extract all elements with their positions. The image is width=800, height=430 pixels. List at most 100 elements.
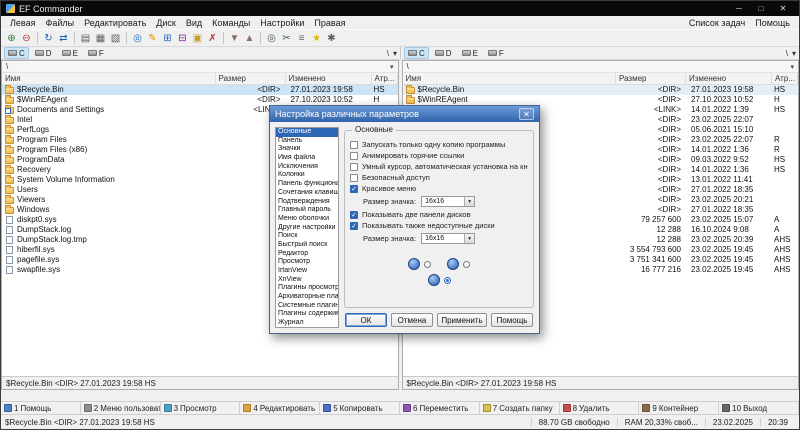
- edit-file-icon[interactable]: ✎: [145, 31, 160, 46]
- menu-icon-style-option[interactable]: [408, 258, 431, 270]
- checkbox-option[interactable]: ✓ Красивое меню: [350, 183, 528, 194]
- unpack-files-icon[interactable]: ▲: [242, 31, 257, 46]
- menu-item[interactable]: Редактировать: [79, 18, 151, 28]
- menu-icon-style-option[interactable]: [447, 258, 470, 270]
- tree-item[interactable]: Быстрый поиск: [276, 241, 338, 250]
- column-header[interactable]: Размер: [616, 73, 686, 84]
- dialog-close-icon[interactable]: ✕: [519, 108, 534, 120]
- tree-item[interactable]: Меню оболочки: [276, 215, 338, 224]
- fkey-2-button[interactable]: 2Меню пользователя: [81, 402, 161, 414]
- tree-item[interactable]: Поиск: [276, 232, 338, 241]
- checkbox-option[interactable]: Безопасный доступ: [350, 172, 528, 183]
- fkey-10-button[interactable]: 10 Выход: [719, 402, 799, 414]
- ok-button[interactable]: ОК: [345, 313, 387, 327]
- column-header[interactable]: Размер: [216, 73, 286, 84]
- checkbox[interactable]: ✓: [350, 184, 358, 193]
- tree-item[interactable]: IrfanView: [276, 267, 338, 276]
- move-files-icon[interactable]: ⊟: [175, 31, 190, 46]
- drive-button-e[interactable]: E: [458, 47, 482, 59]
- tree-item[interactable]: Редактор: [276, 250, 338, 259]
- checkbox-option[interactable]: Запускать только одну копию программы: [350, 139, 528, 150]
- fkey-8-button[interactable]: 8 Удалить: [560, 402, 640, 414]
- checkbox[interactable]: [350, 173, 358, 182]
- column-header[interactable]: Атр...: [772, 73, 798, 84]
- path-dropdown-icon[interactable]: ▾: [390, 63, 394, 71]
- radio-button[interactable]: [424, 260, 431, 268]
- column-header[interactable]: Имя: [403, 73, 616, 84]
- favorites-icon[interactable]: ★: [309, 31, 324, 46]
- icon-size-combobox[interactable]: 16x16 ▼: [421, 233, 476, 244]
- file-row[interactable]: $WinREAgent <DIR> 27.10.2023 10:52 H: [2, 95, 398, 105]
- checkbox[interactable]: [350, 162, 358, 171]
- tree-item[interactable]: Плагины просмотра: [276, 284, 338, 293]
- radio-button[interactable]: [463, 260, 470, 268]
- drive-button-c[interactable]: C: [4, 47, 29, 59]
- close-button[interactable]: ✕: [772, 1, 794, 16]
- checkbox[interactable]: [350, 151, 358, 160]
- checkbox[interactable]: [350, 140, 358, 149]
- new-folder-icon[interactable]: ▣: [190, 31, 205, 46]
- tree-item[interactable]: Просмотр: [276, 258, 338, 267]
- apply-button[interactable]: Применить: [437, 313, 487, 327]
- drive-list-dropdown-icon[interactable]: ▾: [792, 49, 796, 58]
- drive-button-c[interactable]: C: [404, 47, 429, 59]
- checkbox-option[interactable]: Умный курсор, автоматическая установка н…: [350, 161, 528, 172]
- tree-item[interactable]: Основные: [276, 128, 338, 137]
- root-path-button[interactable]: \: [387, 49, 389, 58]
- detailed-view-icon[interactable]: ▦: [93, 31, 108, 46]
- column-header[interactable]: Атр...: [372, 73, 398, 84]
- menu-item[interactable]: Диск: [151, 18, 181, 28]
- column-header[interactable]: Изменено: [286, 73, 372, 84]
- tree-item[interactable]: Архиваторные плагины: [276, 293, 338, 302]
- radio-button[interactable]: [443, 276, 451, 284]
- drive-list-dropdown-icon[interactable]: ▾: [393, 49, 397, 58]
- menu-item[interactable]: Помощь: [750, 18, 795, 28]
- root-path-button[interactable]: \: [786, 49, 788, 58]
- tree-item[interactable]: Журнал: [276, 319, 338, 327]
- pack-files-icon[interactable]: ▼: [227, 31, 242, 46]
- brief-view-icon[interactable]: ▤: [78, 31, 93, 46]
- search-icon[interactable]: ◎: [264, 31, 279, 46]
- tree-item[interactable]: Исключения: [276, 163, 338, 172]
- fkey-3-button[interactable]: 3 Просмотр: [161, 402, 241, 414]
- delete-files-icon[interactable]: ✗: [205, 31, 220, 46]
- path-bar[interactable]: \ ▾: [402, 61, 798, 73]
- checkbox-option[interactable]: Анимировать горячие ссылки: [350, 150, 528, 161]
- drive-button-d[interactable]: D: [31, 47, 56, 59]
- path-bar[interactable]: \ ▾: [2, 61, 398, 73]
- checkbox-option[interactable]: ✓ Показывать две панели дисков: [350, 209, 528, 220]
- help-button[interactable]: Помощь: [491, 313, 533, 327]
- tree-item[interactable]: Другие настройки: [276, 224, 338, 233]
- tree-view-icon[interactable]: ▧: [108, 31, 123, 46]
- disconnect-network-drive-icon[interactable]: ⊖: [19, 31, 34, 46]
- menu-item[interactable]: Вид: [181, 18, 207, 28]
- tree-item[interactable]: Панель: [276, 137, 338, 146]
- tree-item[interactable]: Системные плагины: [276, 302, 338, 311]
- settings-icon[interactable]: ✱: [324, 31, 339, 46]
- copy-files-icon[interactable]: ⊞: [160, 31, 175, 46]
- fkey-1-button[interactable]: 1 Помощь: [1, 402, 81, 414]
- path-dropdown-icon[interactable]: ▾: [790, 63, 794, 71]
- tree-item[interactable]: Сочетания клавиш: [276, 189, 338, 198]
- menu-item[interactable]: Настройки: [255, 18, 309, 28]
- column-header[interactable]: Имя: [2, 73, 216, 84]
- combobox-dropdown-icon[interactable]: ▼: [464, 197, 475, 206]
- checkbox-option[interactable]: ✓ Показывать также недоступные диски: [350, 220, 528, 231]
- drive-button-e[interactable]: E: [58, 47, 82, 59]
- fkey-5-button[interactable]: 5 Копировать: [320, 402, 400, 414]
- menu-item[interactable]: Файлы: [40, 18, 79, 28]
- tree-item[interactable]: Значки: [276, 145, 338, 154]
- file-row[interactable]: $WinREAgent <DIR> 27.10.2023 10:52 H: [403, 95, 799, 105]
- print-icon[interactable]: ≡: [294, 31, 309, 46]
- menu-item[interactable]: Левая: [5, 18, 40, 28]
- fkey-6-button[interactable]: 6 Переместить: [400, 402, 480, 414]
- drive-button-d[interactable]: D: [431, 47, 456, 59]
- menu-item[interactable]: Список задач: [684, 18, 750, 28]
- tree-item[interactable]: Панель функциональн...: [276, 180, 338, 189]
- menu-item[interactable]: Правая: [309, 18, 350, 28]
- refresh-icon[interactable]: ↻: [41, 31, 56, 46]
- swap-panels-icon[interactable]: ⇄: [56, 31, 71, 46]
- cut-icon[interactable]: ✂: [279, 31, 294, 46]
- minimize-button[interactable]: ─: [728, 1, 750, 16]
- view-file-icon[interactable]: ◎: [130, 31, 145, 46]
